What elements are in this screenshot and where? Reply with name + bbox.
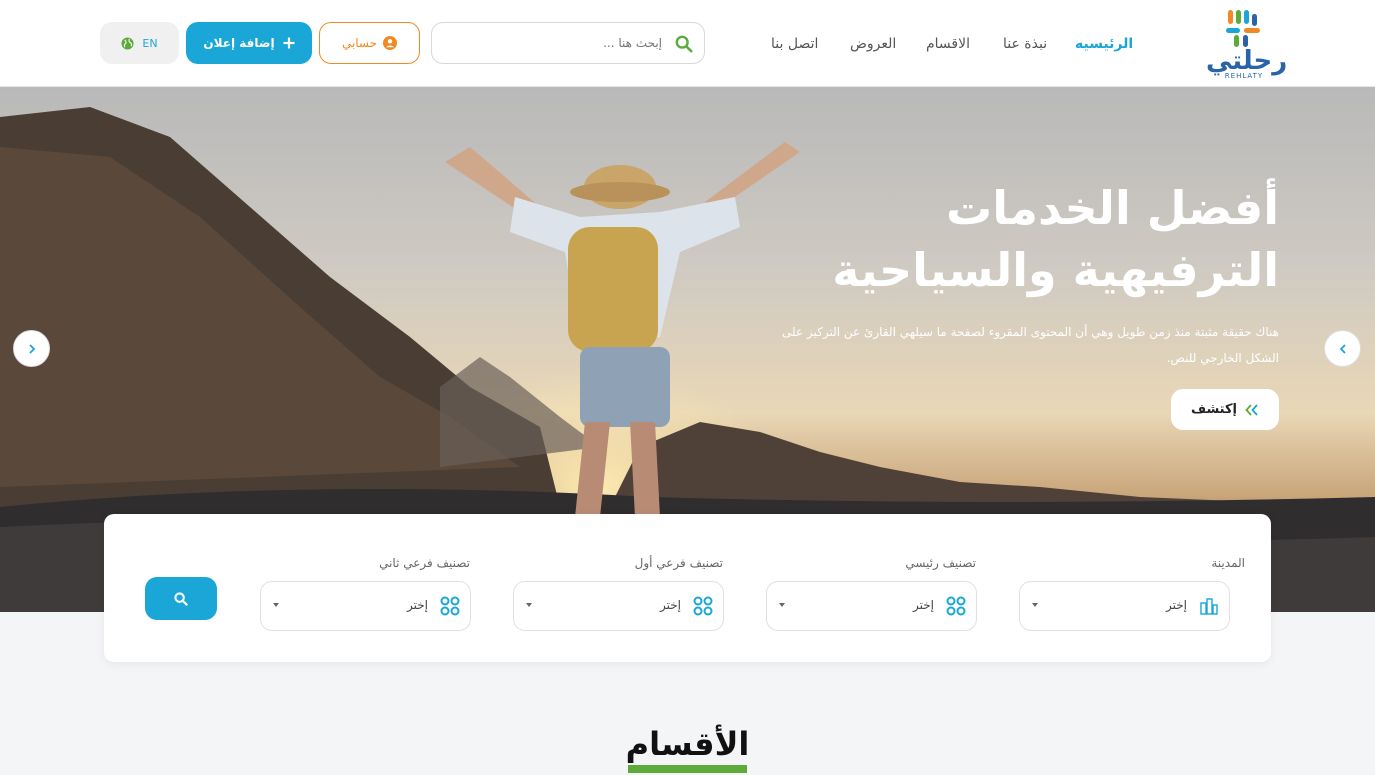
sub-category-1-select[interactable]: إختر [513, 581, 724, 631]
plus-icon [283, 37, 295, 49]
language-label: EN [142, 36, 158, 50]
logo-mark-icon [1226, 10, 1260, 47]
sub-category-1-value: إختر [660, 598, 681, 612]
filter-search-button[interactable] [145, 577, 217, 620]
city-select[interactable]: إختر [1019, 581, 1230, 631]
chevron-down-icon [779, 603, 785, 607]
explore-button[interactable]: إكتشف [1171, 389, 1279, 430]
sub-category-2-label: تصنيف فرعي ثاني [379, 556, 470, 570]
explore-label: إكتشف [1190, 402, 1238, 417]
chevron-left-icon [1339, 343, 1346, 354]
sub-category-2-select[interactable]: إختر [260, 581, 471, 631]
sub-category-2-value: إختر [407, 598, 428, 612]
main-category-select[interactable]: إختر [766, 581, 977, 631]
city-label: المدينة [1211, 556, 1245, 570]
double-chevron-left-icon [1245, 403, 1258, 416]
logo-text: رحلتي [1206, 46, 1288, 76]
nav-sections[interactable]: الاقسام [926, 36, 970, 56]
sections-heading-underline [628, 765, 747, 773]
site-header: رحلتي REHLATY الرئيسيه نبذة عنا الاقسام … [0, 0, 1375, 87]
hero-title: أفضل الخدمات الترفيهية والسياحية [759, 177, 1279, 301]
slider-prev-button[interactable] [13, 330, 50, 367]
search-icon[interactable] [675, 35, 693, 53]
site-logo[interactable]: رحلتي REHLATY [1206, 8, 1288, 80]
sections-heading: الأقسام [625, 725, 750, 763]
search-input[interactable] [442, 23, 662, 63]
nav-offers[interactable]: العروض [850, 36, 896, 56]
hero-title-line-2: الترفيهية والسياحية [832, 243, 1279, 297]
slider-next-button[interactable] [1324, 330, 1361, 367]
nav-home[interactable]: الرئيسيه [1075, 36, 1133, 56]
search-filter-panel: المدينة إختر تصنيف رئيسي إختر تصنيف فرعي… [104, 514, 1271, 662]
hero-description: هناك حقيقة مثبتة منذ زمن طويل وهي أن الم… [781, 325, 1279, 365]
nav-contact[interactable]: اتصل بنا [771, 36, 818, 56]
category-grid-icon [440, 596, 460, 616]
chevron-down-icon [273, 603, 279, 607]
city-icon [1200, 598, 1218, 615]
account-button[interactable]: حسابي [319, 22, 420, 64]
add-ad-label: إضافة إعلان [203, 36, 275, 50]
chevron-right-icon [28, 343, 35, 354]
language-button[interactable]: EN [100, 22, 179, 64]
search-icon [174, 591, 188, 606]
city-value: إختر [1166, 598, 1187, 612]
globe-icon [121, 36, 134, 50]
main-category-value: إختر [913, 598, 934, 612]
main-category-label: تصنيف رئيسي [905, 556, 976, 570]
hero-title-line-1: أفضل الخدمات [945, 181, 1279, 235]
add-ad-button[interactable]: إضافة إعلان [186, 22, 312, 64]
user-icon [383, 36, 398, 50]
chevron-down-icon [1032, 603, 1038, 607]
category-grid-icon [693, 596, 713, 616]
logo-subtext: REHLATY [1224, 72, 1264, 80]
header-search [431, 22, 705, 64]
nav-about[interactable]: نبذة عنا [1003, 36, 1047, 56]
account-label: حسابي [341, 36, 378, 50]
chevron-down-icon [526, 603, 532, 607]
category-grid-icon [946, 596, 966, 616]
sub-category-1-label: تصنيف فرعي أول [634, 556, 723, 570]
